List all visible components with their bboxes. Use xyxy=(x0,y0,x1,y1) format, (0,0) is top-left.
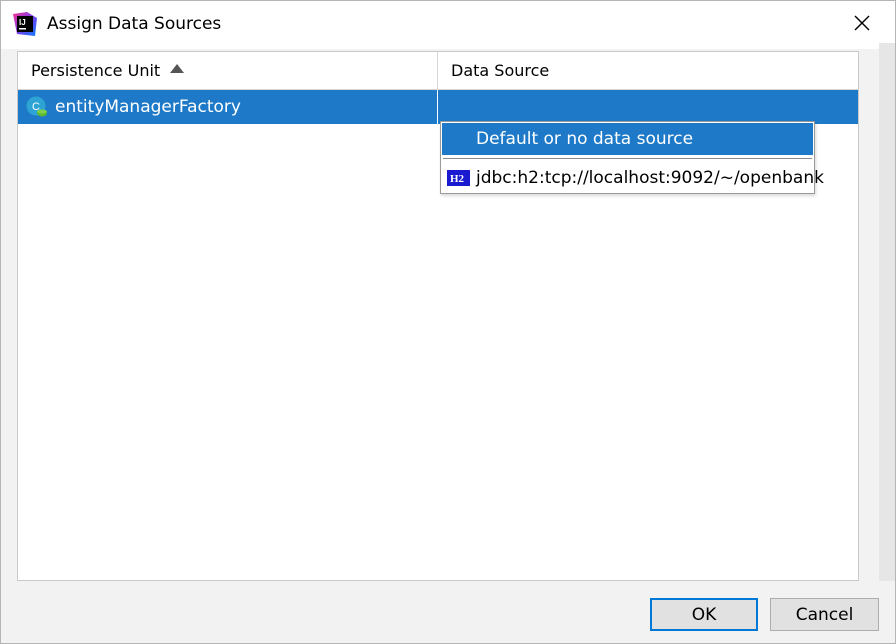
side-strip xyxy=(879,43,895,603)
table-row[interactable]: C entityManagerFactory xyxy=(18,90,858,124)
dialog-footer: OK Cancel xyxy=(1,581,895,643)
svg-text:IJ: IJ xyxy=(19,18,26,27)
column-header-data-source[interactable]: Data Source xyxy=(438,52,858,89)
persistence-unit-icon: C xyxy=(26,96,47,117)
column-header-persistence-unit[interactable]: Persistence Unit xyxy=(18,52,438,89)
h2-icon: H2 xyxy=(447,170,470,186)
dropdown-separator xyxy=(443,158,812,159)
sort-ascending-icon xyxy=(170,64,185,73)
dropdown-option-h2[interactable]: H2 jdbc:h2:tcp://localhost:9092/~/openba… xyxy=(442,163,824,193)
dropdown-option-label: jdbc:h2:tcp://localhost:9092/~/openbank xyxy=(476,168,824,188)
persistence-unit-name: entityManagerFactory xyxy=(55,97,241,117)
svg-text:H2: H2 xyxy=(450,173,465,185)
column-header-label: Persistence Unit xyxy=(31,61,161,80)
dropdown-option-label: Default or no data source xyxy=(476,129,694,149)
table-header: Persistence Unit Data Source xyxy=(18,52,858,90)
data-source-cell[interactable] xyxy=(438,90,858,124)
intellij-idea-icon: IJ xyxy=(13,12,37,36)
title-bar: IJ Assign Data Sources xyxy=(1,1,895,49)
assign-data-sources-dialog: IJ Assign Data Sources Persistence Unit … xyxy=(0,0,896,644)
data-source-dropdown[interactable]: Default or no data source H2 jdbc:h2:tcp… xyxy=(440,121,824,194)
close-button[interactable] xyxy=(839,3,885,43)
dropdown-option-default[interactable]: Default or no data source xyxy=(442,123,813,155)
cancel-button[interactable]: Cancel xyxy=(770,598,879,631)
ok-button[interactable]: OK xyxy=(650,598,758,631)
close-icon xyxy=(854,15,870,31)
persistence-unit-cell[interactable]: C entityManagerFactory xyxy=(18,90,438,124)
column-header-label: Data Source xyxy=(451,61,550,80)
dialog-title: Assign Data Sources xyxy=(47,14,222,34)
